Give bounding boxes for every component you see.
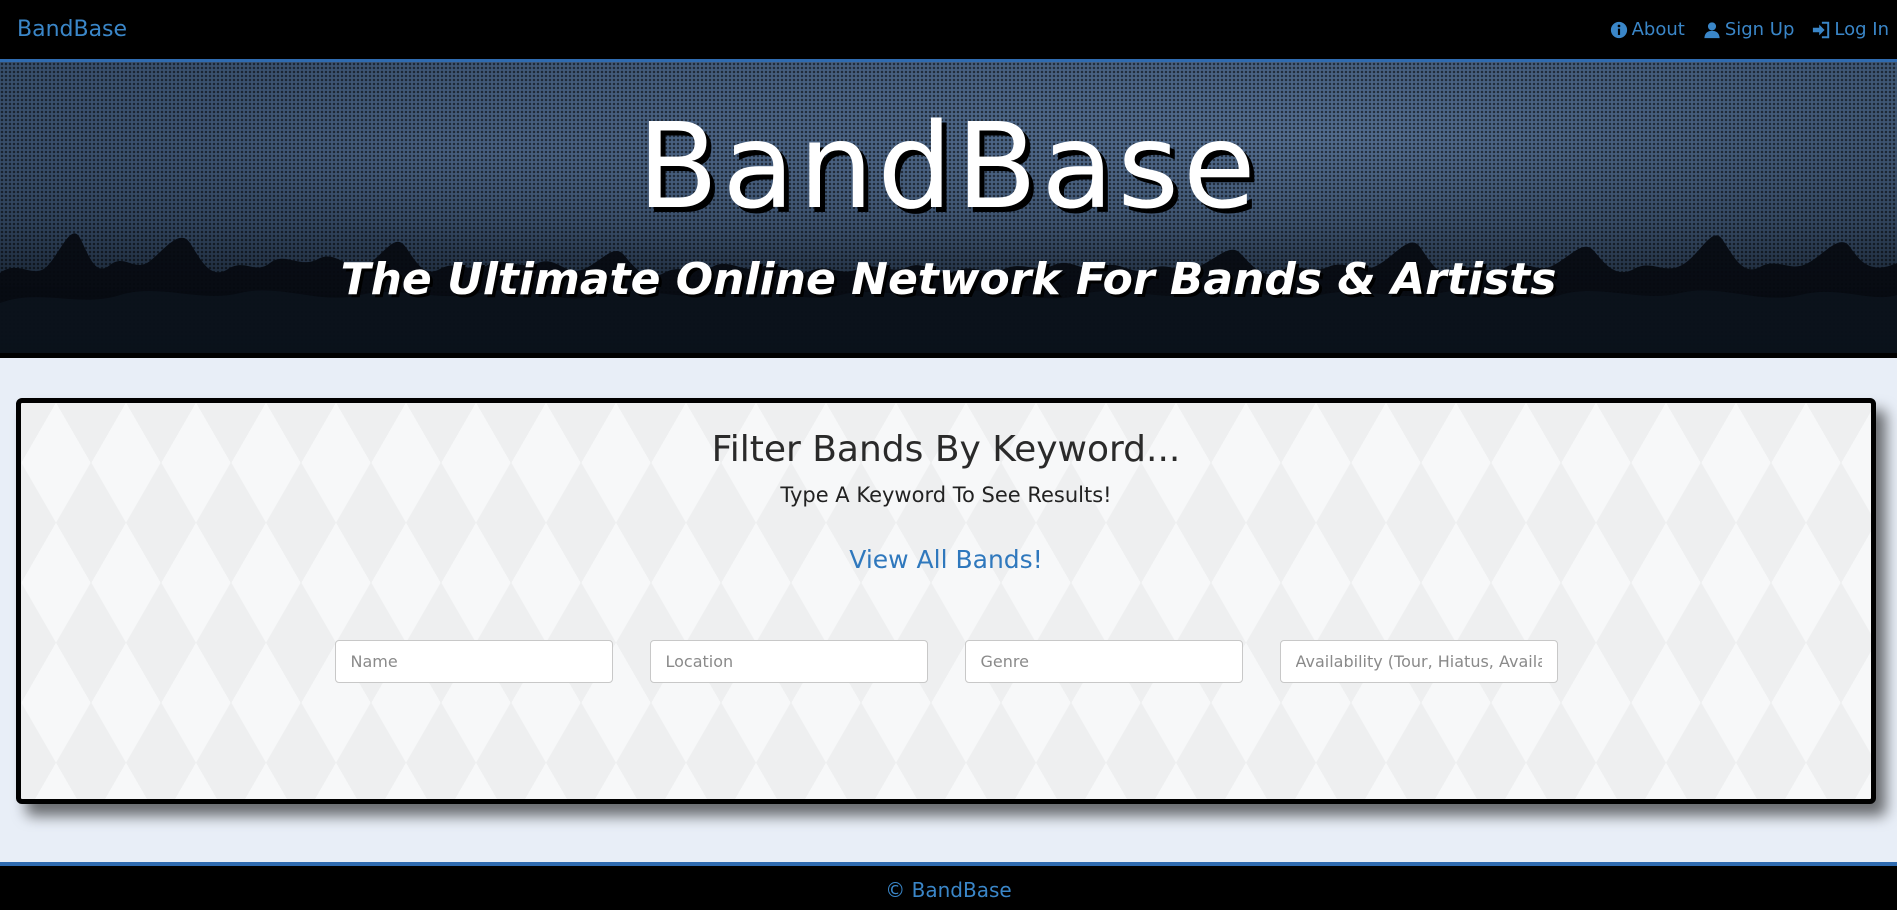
about-label: About (1631, 19, 1685, 40)
login-icon (1813, 21, 1830, 38)
hero-title: BandBase (637, 97, 1260, 235)
genre-filter-input[interactable] (964, 640, 1243, 683)
nav-links: About Sign Up Log In (1610, 19, 1889, 40)
user-icon (1704, 21, 1720, 38)
name-filter-input[interactable] (334, 640, 613, 683)
info-icon (1610, 21, 1627, 38)
filter-panel: Filter Bands By Keyword... Type A Keywor… (16, 398, 1876, 804)
about-link[interactable]: About (1610, 19, 1685, 40)
hero-banner: BandBase The Ultimate Online Network For… (0, 62, 1897, 358)
location-filter-input[interactable] (649, 640, 928, 683)
signup-link[interactable]: Sign Up (1703, 19, 1795, 40)
view-all-bands-link[interactable]: View All Bands! (21, 545, 1871, 574)
signup-label: Sign Up (1724, 19, 1795, 40)
login-link[interactable]: Log In (1812, 19, 1889, 40)
brand-link[interactable]: BandBase (17, 17, 127, 42)
filter-subtitle: Type A Keyword To See Results! (780, 483, 1112, 507)
filter-title: Filter Bands By Keyword... (711, 429, 1181, 470)
footer: © BandBase (0, 862, 1897, 910)
hero-subtitle: The Ultimate Online Network For Bands & … (340, 254, 1557, 305)
top-navbar: BandBase About Sign Up Log In (0, 0, 1897, 62)
filter-inputs (21, 640, 1871, 683)
login-label: Log In (1834, 19, 1889, 40)
footer-copyright: © BandBase (885, 878, 1012, 902)
availability-filter-input[interactable] (1279, 640, 1558, 683)
